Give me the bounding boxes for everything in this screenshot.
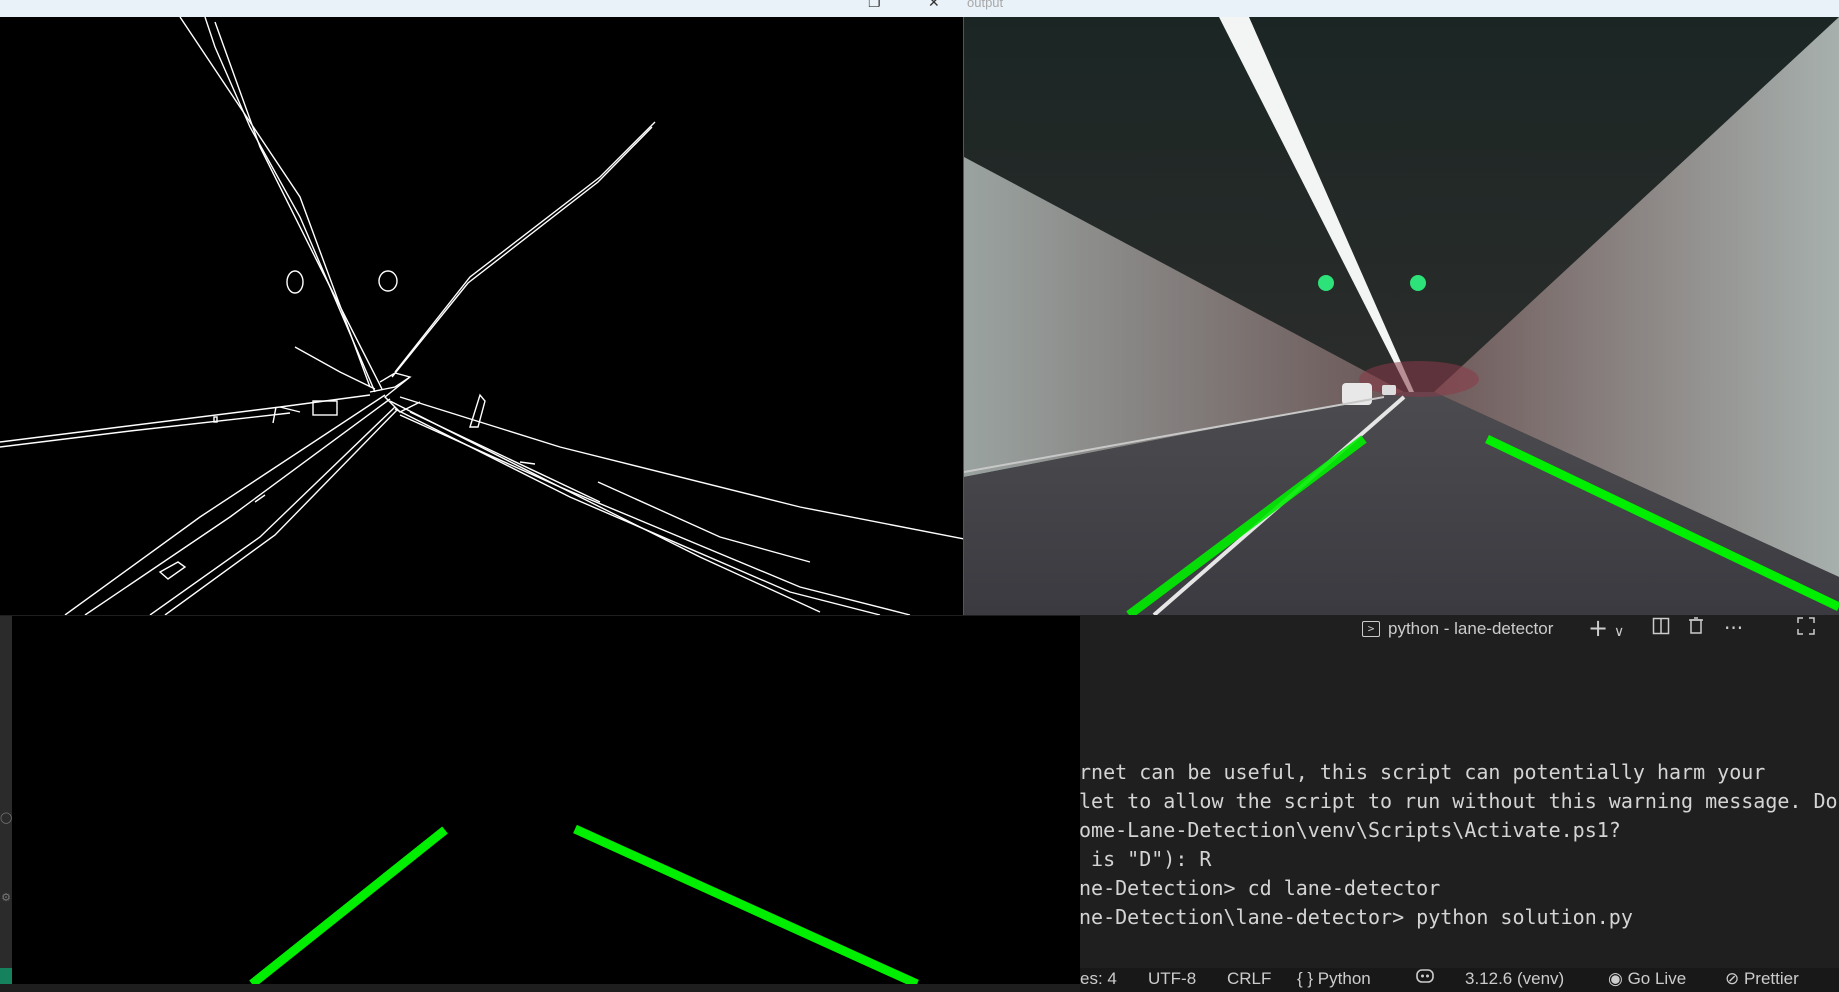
terminal-line: let to allow the script to run without t… [1080,789,1838,813]
close-icon[interactable]: ✕ [928,0,940,10]
terminal-line: ne-Detection> cd lane-detector [1080,876,1441,900]
indentation-status[interactable]: es: 4 [1080,968,1117,990]
terminal-line: ome-Lane-Detection\venv\Scripts\Activate… [1080,818,1621,842]
restore-icon[interactable]: ❐ [868,0,881,10]
maximize-icon[interactable] [1797,617,1815,639]
trash-icon[interactable] [1688,617,1704,639]
terminal-line: ne-Detection\lane-detector> python solut… [1080,905,1633,929]
remote-indicator[interactable] [0,968,12,984]
lane-detection-output [964,17,1839,615]
language-status[interactable]: { } Python [1297,968,1371,990]
account-icon[interactable]: ◯ [0,811,12,833]
go-live-label: Go Live [1627,969,1687,988]
output-window-title: output [967,0,1004,10]
terminal-toolbar: > python - lane-detector + ∨ ··· [1080,615,1839,641]
hough-lines-window [12,616,1080,984]
status-bar: es: 4 UTF-8 CRLF { } Python 3.12.6 (venv… [1080,968,1839,992]
edge-image [0,17,964,615]
check-icon: ⊘ [1725,969,1744,988]
terminal-icon: > [1362,621,1380,637]
chevron-down-icon[interactable]: ∨ [1614,621,1624,643]
settings-icon[interactable]: ⚙ [0,891,12,913]
terminal-output[interactable]: rnet can be useful, this script can pote… [1080,758,1839,932]
terminal-tab-label: python - lane-detector [1388,619,1554,638]
detected-lines [249,824,919,984]
broadcast-icon: ◉ [1608,969,1628,988]
new-terminal-button[interactable]: + [1588,616,1608,640]
copilot-icon[interactable] [1415,968,1435,990]
terminal-line: rnet can be useful, this script can pote… [1080,760,1766,784]
window-titlebar: ❐ ✕ output [0,0,1839,18]
eol-status[interactable]: CRLF [1227,968,1271,990]
terminal-line: is "D"): R [1080,847,1212,871]
prettier-label: Prettier [1743,969,1799,988]
line-image [249,824,919,984]
terminal-tab[interactable]: > python - lane-detector [1362,617,1553,641]
tunnel-frame [964,17,1839,615]
go-live-button[interactable]: ◉ Go Live [1608,968,1686,990]
canny-edges-window [0,17,964,615]
more-actions-button[interactable]: ··· [1724,617,1743,639]
activity-strip: ◯ ⚙ [0,616,12,984]
split-icon[interactable] [1652,617,1670,639]
integrated-terminal[interactable]: > python - lane-detector + ∨ ··· rnet ca… [1080,615,1839,984]
python-interpreter-status[interactable]: 3.12.6 (venv) [1465,968,1564,990]
prettier-status[interactable]: ⊘ Prettier [1725,968,1799,990]
encoding-status[interactable]: UTF-8 [1148,968,1196,990]
